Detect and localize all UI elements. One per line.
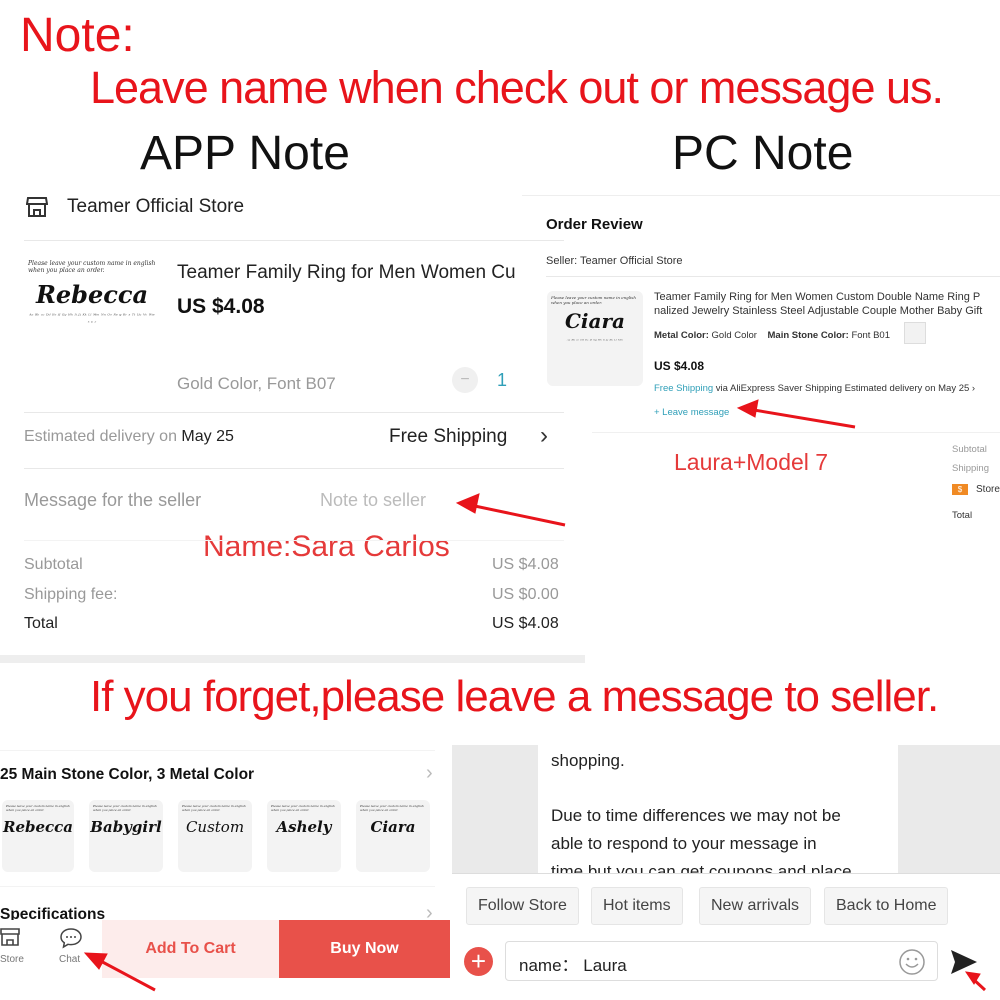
- delivery-estimate: Estimated delivery on May 25: [24, 428, 234, 446]
- message-annotation: Name:Sara Carlos: [203, 530, 450, 563]
- stone-label: Main Stone Color:: [767, 330, 849, 341]
- send-icon[interactable]: [949, 948, 979, 976]
- option-name: Ciara: [370, 818, 416, 836]
- shipping-fee-value: US $0.00: [492, 586, 559, 603]
- store-icon: [26, 197, 48, 217]
- product-page-panel: 25 Main Stone Color, 3 Metal Color › Ple…: [0, 748, 450, 1000]
- total-value: US $4.08: [492, 615, 559, 632]
- add-to-cart-button[interactable]: Add To Cart: [102, 920, 279, 978]
- app-order-panel: Teamer Official Store Please leave your …: [0, 190, 585, 655]
- bottom-action-bar: Store Chat Add To Cart Buy Now: [0, 920, 450, 1000]
- message-label: Message for the seller: [24, 490, 202, 510]
- store-icon[interactable]: [0, 928, 20, 946]
- emoji-icon[interactable]: [898, 948, 926, 976]
- metal-label: Metal Color:: [654, 330, 709, 341]
- note-heading: Note:: [20, 9, 135, 62]
- chat-input-value: name： Laura: [519, 956, 627, 975]
- chat-message-bubble: shopping. Due to time differences we may…: [538, 745, 898, 873]
- buy-now-button[interactable]: Buy Now: [279, 920, 450, 978]
- message-line: time but you can get coupons and place: [551, 862, 852, 873]
- pc-product-title-line-2[interactable]: nalized Jewelry Stainless Steel Adjustab…: [654, 305, 982, 317]
- pc-thumb-name: Ciara: [565, 309, 625, 333]
- subtotal-label: Subtotal: [24, 556, 83, 573]
- options-title: 25 Main Stone Color, 3 Metal Color: [0, 766, 255, 783]
- instruction-heading: Leave name when check out or message us.: [90, 62, 944, 113]
- chat-icon[interactable]: [59, 927, 83, 949]
- chat-input[interactable]: name： Laura: [505, 941, 938, 981]
- pc-product-title-line-1[interactable]: Teamer Family Ring for Men Women Custom …: [654, 291, 980, 303]
- specifications-row[interactable]: Specifications: [0, 906, 105, 920]
- product-title[interactable]: Teamer Family Ring for Men Women Cu: [177, 262, 522, 284]
- app-note-title: APP Note: [140, 127, 350, 180]
- summary-store: Store: [976, 484, 1000, 495]
- option-thumb[interactable]: Please leave your custom name in english…: [267, 800, 341, 872]
- message-line: shopping.: [551, 751, 625, 770]
- stone-value: Font B01: [851, 330, 890, 341]
- leave-message-link[interactable]: + Leave message: [654, 407, 729, 418]
- total-label: Total: [24, 615, 58, 632]
- store-label[interactable]: Store: [0, 954, 24, 965]
- seller-name[interactable]: Seller: Teamer Official Store: [546, 255, 683, 267]
- thumb-caption: Please leave your custom name in english…: [28, 260, 156, 274]
- summary-shipping: Shipping: [952, 463, 989, 474]
- pc-order-panel: Order Review Seller: Teamer Official Sto…: [522, 195, 1000, 535]
- add-attachment-button[interactable]: +: [464, 947, 493, 976]
- product-thumbnail: Please leave your custom name in english…: [24, 256, 160, 392]
- option-name: Ashely: [276, 818, 332, 836]
- divider: [0, 655, 585, 663]
- option-thumb[interactable]: Please leave your custom name in english…: [89, 800, 163, 872]
- option-thumb[interactable]: Please leave your custom name in english…: [2, 800, 74, 872]
- chat-label[interactable]: Chat: [59, 954, 80, 965]
- pc-annotation: Laura+Model 7: [674, 449, 829, 475]
- store-coupon-badge: $: [952, 484, 968, 495]
- summary-total: Total: [952, 510, 973, 521]
- option-name: Rebecca: [2, 818, 74, 836]
- thumb-name: Rebecca: [35, 280, 149, 309]
- message-line: able to respond to your message in: [551, 834, 817, 853]
- chevron-right-icon[interactable]: ›: [426, 762, 433, 785]
- quantity-decrease-button[interactable]: −: [452, 367, 478, 393]
- free-shipping: Free Shipping: [654, 383, 714, 394]
- shipping-fee-label: Shipping fee:: [24, 586, 118, 603]
- pc-variant: Metal Color: Gold Color Main Stone Color…: [654, 330, 890, 341]
- shipping-via: via AliExpress Saver Shipping: [715, 383, 843, 394]
- order-review-title: Order Review: [546, 216, 643, 233]
- product-variant: Gold Color, Font B07: [177, 374, 336, 393]
- shipping-option[interactable]: Free Shipping: [389, 426, 507, 448]
- quantity-value[interactable]: 1: [497, 370, 507, 391]
- subtotal-value: US $4.08: [492, 556, 559, 573]
- variant-swatch: [904, 322, 926, 344]
- pc-delivery: Estimated delivery on May 25: [844, 383, 970, 394]
- quick-reply-new-arrivals[interactable]: New arrivals: [699, 887, 812, 925]
- pc-shipping: Free Shipping via AliExpress Saver Shipp…: [654, 383, 976, 394]
- product-price: US $4.08: [177, 295, 265, 318]
- pc-note-title: PC Note: [672, 127, 854, 180]
- delivery-date: May 25: [181, 428, 234, 445]
- forget-heading: If you forget,please leave a message to …: [90, 672, 939, 721]
- pc-product-thumbnail: Please leave your custom name in english…: [547, 291, 643, 386]
- delivery-label: Estimated delivery on: [24, 428, 177, 445]
- metal-value: Gold Color: [711, 330, 757, 341]
- summary-subtotal: Subtotal: [952, 444, 987, 455]
- note-to-seller-input[interactable]: Note to seller: [320, 490, 426, 511]
- option-name: Custom: [185, 818, 245, 836]
- message-line: Due to time differences we may not be: [551, 806, 841, 825]
- store-name[interactable]: Teamer Official Store: [67, 196, 244, 218]
- quick-reply-follow-store[interactable]: Follow Store: [466, 887, 579, 925]
- option-name: Babygirl: [90, 818, 162, 836]
- option-thumb[interactable]: Please leave your custom name in english…: [178, 800, 252, 872]
- quick-reply-back-to-home[interactable]: Back to Home: [824, 887, 949, 925]
- quick-reply-hot-items[interactable]: Hot items: [591, 887, 683, 925]
- option-thumb[interactable]: Please leave your custom name in english…: [356, 800, 430, 872]
- pc-price: US $4.08: [654, 359, 705, 373]
